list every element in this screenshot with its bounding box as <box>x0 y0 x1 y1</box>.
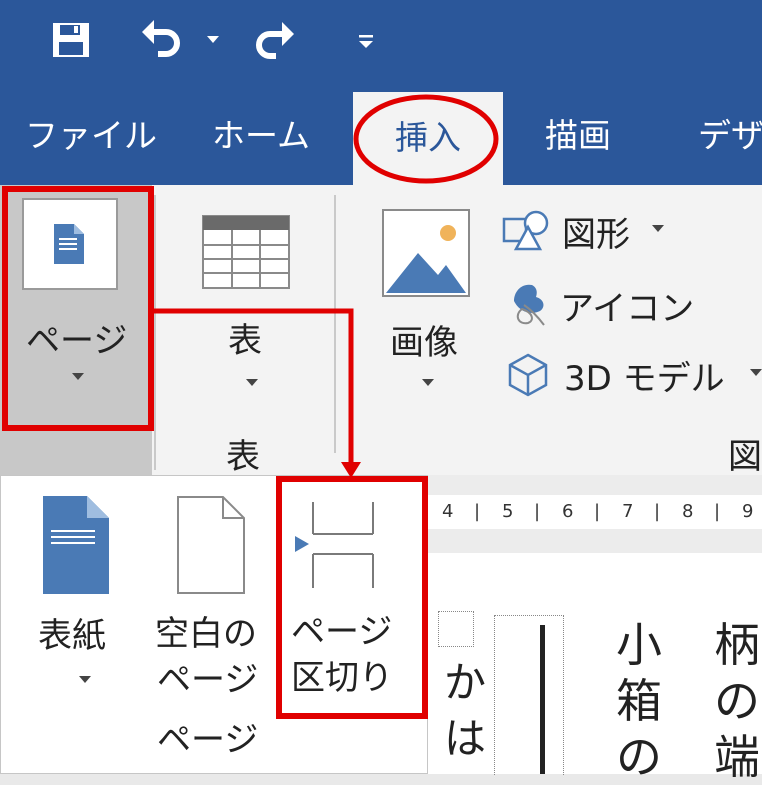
ruler-tick-label: 4 <box>442 501 454 522</box>
cover-page-icon <box>43 496 109 594</box>
ruler-tick-label: 9 <box>742 501 754 522</box>
text-frame <box>494 615 564 775</box>
tab-file[interactable]: ファイル <box>25 110 157 162</box>
cover-page-button[interactable]: 表紙 <box>23 486 133 686</box>
image-button[interactable]: 画像 <box>372 185 484 415</box>
document-text-col3: 柄の端 <box>714 618 760 784</box>
ribbon-tab-bar: ファイル ホーム 挿入 描画 デザ <box>0 90 762 185</box>
document-text-col2: 小箱の <box>616 618 662 784</box>
shapes-button[interactable]: 図形 <box>500 207 690 255</box>
bird-leaf-icon <box>514 284 545 326</box>
document-area: 4 | 5 | 6 | 7 | 8 | 9 かは 小箱の 柄の端 <box>428 475 762 784</box>
highlight-box-page-button <box>2 186 154 431</box>
3d-models-label: 3D モデル <box>564 359 725 399</box>
icons-label: アイコン <box>560 289 695 329</box>
cover-page-label: 表紙 <box>38 616 106 656</box>
ruler-tick-label: 7 <box>622 501 634 522</box>
page-surface[interactable]: かは 小箱の 柄の端 <box>428 553 762 784</box>
customize-quick-access-icon[interactable] <box>358 34 374 50</box>
tab-draw[interactable]: 描画 <box>545 110 611 162</box>
divider <box>334 195 336 453</box>
chevron-down-icon <box>750 369 762 376</box>
chevron-down-icon <box>246 379 258 386</box>
chevron-down-icon <box>652 225 664 232</box>
blank-page-icon <box>177 496 245 594</box>
shapes-icon <box>502 210 549 251</box>
undo-icon[interactable] <box>140 18 184 60</box>
save-icon[interactable] <box>52 22 90 58</box>
table-icon <box>202 215 290 289</box>
blank-page-label-line2: ページ <box>157 660 259 700</box>
3d-models-button[interactable]: 3D モデル <box>500 349 762 399</box>
blank-page-button[interactable]: 空白の ページ <box>151 486 269 700</box>
table-button-label: 表 <box>228 321 262 361</box>
horizontal-ruler: 4 | 5 | 6 | 7 | 8 | 9 <box>428 495 762 529</box>
tab-design[interactable]: デザ <box>698 110 762 162</box>
chevron-down-icon <box>422 379 434 386</box>
ruler-tick-label: 6 <box>562 501 574 522</box>
icons-button[interactable]: アイコン <box>500 279 700 329</box>
divider <box>154 195 156 470</box>
table-button[interactable]: 表 <box>170 185 320 415</box>
image-button-label: 画像 <box>390 323 458 363</box>
blank-page-label-line1: 空白の <box>155 614 257 654</box>
tab-home[interactable]: ホーム <box>212 110 310 162</box>
group-label-table: 表 <box>226 437 260 477</box>
tab-insert[interactable]: 挿入 <box>353 92 503 185</box>
group-label-page: ページ <box>157 720 259 760</box>
undo-dropdown-icon[interactable] <box>207 36 219 43</box>
text-marker <box>438 611 474 647</box>
title-bar <box>0 0 762 90</box>
group-label-illustrations: 図 <box>728 437 762 477</box>
highlight-box-page-break <box>276 476 428 719</box>
ruler-tick-label: 5 <box>502 501 514 522</box>
image-icon <box>382 209 470 297</box>
ruler-tick-label: 8 <box>682 501 694 522</box>
cube-icon <box>508 353 548 397</box>
shapes-label: 図形 <box>562 215 630 255</box>
column-border <box>540 625 545 774</box>
document-text-col1: かは <box>444 658 487 763</box>
redo-icon[interactable] <box>252 20 298 60</box>
chevron-down-icon <box>79 676 91 683</box>
